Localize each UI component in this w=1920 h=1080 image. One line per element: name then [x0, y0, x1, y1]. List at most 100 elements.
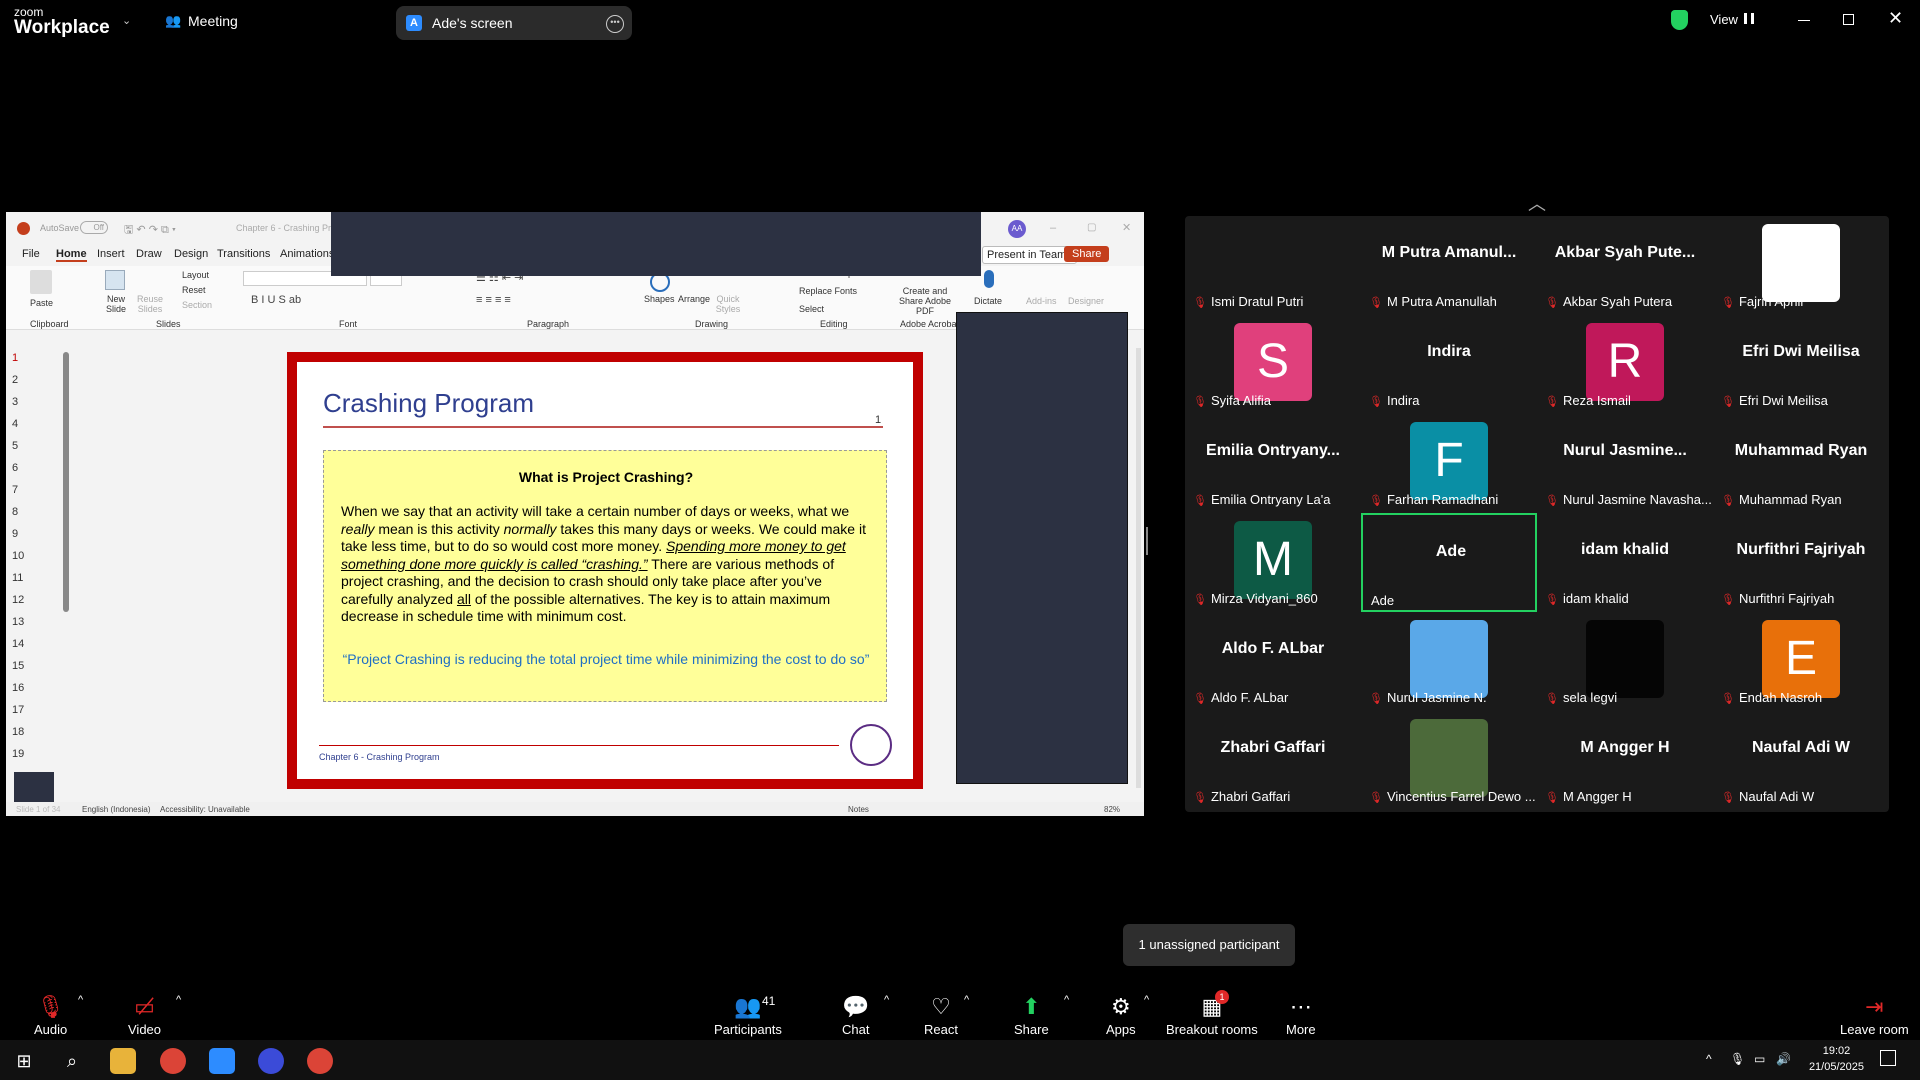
close-icon[interactable]: ✕: [1888, 8, 1903, 29]
restore-icon[interactable]: [1843, 14, 1854, 25]
menu-animations[interactable]: Animations: [280, 248, 334, 260]
shared-screen[interactable]: AutoSave Off 🖫 ↶ ↷ ⧉ ▾ Chapter 6 - Crash…: [6, 212, 1144, 816]
apps-button[interactable]: ⚙ Apps: [1106, 994, 1136, 1037]
tray-mic-icon[interactable]: 🎙: [1730, 1052, 1745, 1066]
font-format-icons[interactable]: B I U S ab: [251, 294, 301, 306]
view-grid-icon[interactable]: [1744, 13, 1754, 24]
slide-thumbnails[interactable]: 1 2 3 4 5 6 7 8 9 10 11 12 13 14 15 16 1…: [6, 348, 68, 798]
menu-insert[interactable]: Insert: [97, 248, 125, 260]
tray-chevron-icon[interactable]: ^: [1706, 1052, 1712, 1066]
new-slide-label[interactable]: New Slide: [102, 294, 130, 314]
thumb-number[interactable]: 13: [12, 616, 24, 628]
more-options-icon[interactable]: •••: [606, 15, 624, 33]
ppt-share-button[interactable]: Share: [1064, 246, 1110, 262]
participant-tile[interactable]: S 🎙 Syifa Alifia: [1185, 315, 1361, 414]
ppt-close-icon[interactable]: ✕: [1122, 221, 1131, 234]
microphone-icon[interactable]: [984, 270, 994, 288]
audio-button[interactable]: 🎙 Audio: [34, 994, 67, 1037]
participant-tile[interactable]: E 🎙 Endah Nasroh: [1713, 612, 1889, 711]
participant-tile[interactable]: Nurfithri Fajriyah 🎙 Nurfithri Fajriyah: [1713, 513, 1889, 612]
search-icon[interactable]: ⌕: [59, 1048, 85, 1074]
thumb-number[interactable]: 1: [12, 352, 18, 364]
chat-options-icon[interactable]: ^: [884, 994, 889, 1006]
slide-scrollbar[interactable]: [1136, 348, 1141, 788]
language-status[interactable]: English (Indonesia): [82, 805, 150, 814]
dictate-label[interactable]: Dictate: [974, 296, 1002, 306]
accessibility-status[interactable]: Accessibility: Unavailable: [160, 805, 250, 814]
slide-canvas[interactable]: Crashing Program 1 What is Project Crash…: [287, 352, 923, 789]
thumb-number[interactable]: 9: [12, 528, 18, 540]
thumb-number[interactable]: 10: [12, 550, 24, 562]
ppt-minimize-icon[interactable]: –: [1050, 222, 1056, 234]
thumb-number[interactable]: 11: [12, 572, 23, 584]
participant-tile[interactable]: Akbar Syah Pute... 🎙 Akbar Syah Putera: [1537, 216, 1713, 315]
more-button[interactable]: ⋯ More: [1286, 994, 1316, 1037]
participant-tile[interactable]: Naufal Adi W 🎙 Naufal Adi W: [1713, 711, 1889, 810]
zoom-level[interactable]: 82%: [1104, 805, 1120, 814]
breakout-rooms-button[interactable]: ▦ Breakout rooms: [1166, 994, 1258, 1037]
react-options-icon[interactable]: ^: [964, 994, 969, 1006]
designer-label[interactable]: Designer: [1068, 296, 1104, 306]
create-share-pdf-button[interactable]: Create and Share Adobe PDF: [890, 286, 960, 316]
thumb-number[interactable]: 6: [12, 462, 18, 474]
thumb-number[interactable]: 7: [12, 484, 18, 496]
thumb-number[interactable]: 3: [12, 396, 18, 408]
participant-tile[interactable]: F 🎙 Farhan Ramadhani: [1361, 414, 1537, 513]
thumb-number[interactable]: 16: [12, 682, 24, 694]
meeting-label[interactable]: Meeting: [188, 13, 238, 29]
menu-file[interactable]: File: [22, 248, 40, 260]
paste-icon[interactable]: [30, 270, 52, 294]
volume-icon[interactable]: 🔊: [1776, 1052, 1791, 1066]
quick-styles-label[interactable]: Quick Styles: [714, 294, 742, 314]
arrange-label[interactable]: Arrange: [678, 294, 710, 304]
thumb-number[interactable]: 14: [12, 638, 24, 650]
thumb-number[interactable]: 12: [12, 594, 24, 606]
participant-tile[interactable]: 🎙 Ismi Dratul Putri: [1185, 216, 1361, 315]
security-shield-icon[interactable]: [1671, 10, 1688, 30]
participant-tile[interactable]: 🎙 Vincentius Farrel Dewo ...: [1361, 711, 1537, 810]
participant-tile[interactable]: 🎙 sela legvi: [1537, 612, 1713, 711]
share-button[interactable]: ⬆ Share: [1014, 994, 1049, 1037]
share-options-icon[interactable]: ^: [1064, 994, 1069, 1006]
chrome-icon[interactable]: [160, 1048, 186, 1074]
notes-button[interactable]: Notes: [848, 805, 869, 814]
participant-tile[interactable]: Efri Dwi Meilisa 🎙 Efri Dwi Meilisa: [1713, 315, 1889, 414]
autosave-toggle[interactable]: Off: [80, 221, 108, 234]
chat-button[interactable]: 💬 Chat: [842, 994, 869, 1037]
ppt-restore-icon[interactable]: ▢: [1087, 222, 1096, 233]
thumb-number[interactable]: 15: [12, 660, 24, 672]
resize-handle[interactable]: [1146, 527, 1148, 555]
reset-button[interactable]: Reset: [182, 285, 206, 295]
layout-button[interactable]: Layout: [182, 270, 209, 280]
thumb-number[interactable]: 2: [12, 374, 18, 386]
section-button[interactable]: Section: [182, 300, 212, 310]
react-button[interactable]: ♡ React: [924, 994, 958, 1037]
menu-home[interactable]: Home: [56, 248, 87, 262]
align-icons[interactable]: ≡ ≡ ≡ ≡: [476, 294, 511, 306]
screen-share-tab[interactable]: A Ade's screen •••: [396, 6, 632, 40]
shapes-label[interactable]: Shapes: [644, 294, 675, 304]
participant-tile[interactable]: M 🎙 Mirza Vidyani_860: [1185, 513, 1361, 612]
menu-transitions[interactable]: Transitions: [217, 248, 270, 260]
menu-draw[interactable]: Draw: [136, 248, 162, 260]
menu-design[interactable]: Design: [174, 248, 208, 260]
participant-tile[interactable]: 🎙 Fajrin Aprill: [1713, 216, 1889, 315]
thumb-number[interactable]: 19: [12, 748, 24, 760]
thumb-number[interactable]: 18: [12, 726, 24, 738]
participant-tile[interactable]: idam khalid 🎙 idam khalid: [1537, 513, 1713, 612]
taskbar-clock[interactable]: 19:02 21/05/2025: [1809, 1043, 1864, 1075]
participant-tile[interactable]: Ade Ade: [1361, 513, 1537, 612]
apps-options-icon[interactable]: ^: [1144, 994, 1149, 1006]
participant-tile[interactable]: Zhabri Gaffari 🎙 Zhabri Gaffari: [1185, 711, 1361, 810]
thumb-number[interactable]: 5: [12, 440, 18, 452]
participant-tile[interactable]: Indira 🎙 Indira: [1361, 315, 1537, 414]
addins-label[interactable]: Add-ins: [1026, 296, 1057, 306]
thumb-number[interactable]: 4: [12, 418, 18, 430]
video-button[interactable]: ▭̸ Video: [128, 994, 161, 1037]
minimize-icon[interactable]: [1798, 20, 1810, 21]
participant-tile[interactable]: M Angger H 🎙 M Angger H: [1537, 711, 1713, 810]
participant-tile[interactable]: M Putra Amanul... 🎙 M Putra Amanullah: [1361, 216, 1537, 315]
chrome-profile-icon[interactable]: [307, 1048, 333, 1074]
thumb-number[interactable]: 8: [12, 506, 18, 518]
view-button[interactable]: View: [1710, 12, 1738, 27]
